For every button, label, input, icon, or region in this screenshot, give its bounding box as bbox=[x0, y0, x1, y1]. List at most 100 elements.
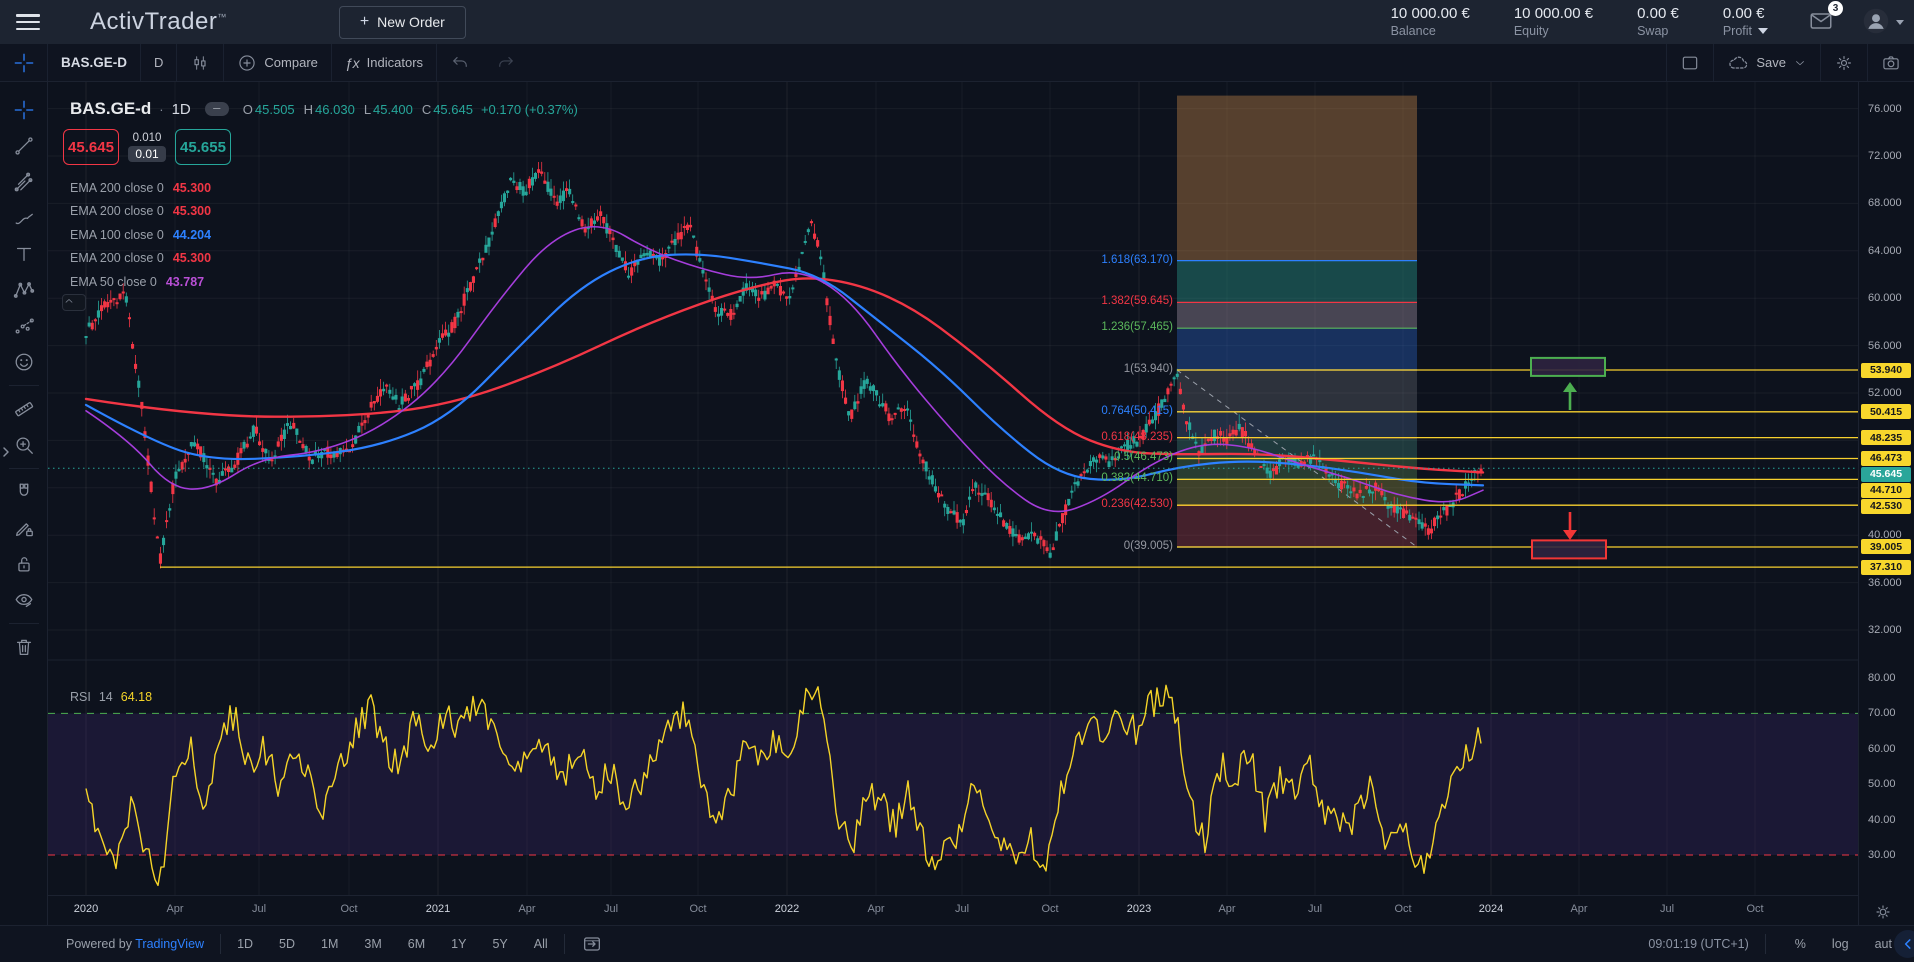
level-price-badge: 53.940 bbox=[1861, 363, 1911, 378]
menu-icon[interactable] bbox=[16, 14, 40, 30]
indicator-row[interactable]: EMA 200 close 045.300 bbox=[70, 200, 211, 224]
tradingview-link[interactable]: TradingView bbox=[135, 937, 204, 951]
account-caret-icon[interactable] bbox=[1896, 20, 1904, 25]
mail-badge: 3 bbox=[1828, 1, 1843, 16]
range-6m[interactable]: 6M bbox=[408, 937, 425, 951]
rsi-tick: 70.00 bbox=[1868, 707, 1896, 719]
time-label: 2020 bbox=[58, 903, 114, 915]
user-avatar[interactable] bbox=[1862, 7, 1890, 38]
clock[interactable]: 09:01:19 (UTC+1) bbox=[1648, 937, 1748, 951]
symbol-selector[interactable]: BAS.GE-D bbox=[48, 44, 141, 81]
theme-sun-icon[interactable] bbox=[1873, 902, 1893, 922]
undo-button[interactable] bbox=[437, 44, 483, 81]
rsi-tick: 50.00 bbox=[1868, 778, 1896, 790]
rsi-tick: 40.00 bbox=[1868, 814, 1896, 826]
tool-brush[interactable] bbox=[7, 200, 41, 236]
range-1m[interactable]: 1M bbox=[321, 937, 338, 951]
price-tick: 32.000 bbox=[1868, 624, 1902, 636]
range-3m[interactable]: 3M bbox=[364, 937, 381, 951]
new-order-button[interactable]: + New Order bbox=[339, 6, 466, 39]
tool-lock-drawings[interactable] bbox=[7, 546, 41, 582]
price-tick: 52.000 bbox=[1868, 387, 1902, 399]
screenshot-button[interactable] bbox=[1867, 44, 1914, 81]
fib-label: 1.236(57.465) bbox=[1101, 321, 1173, 333]
tool-crosshair-toolbar[interactable] bbox=[0, 44, 48, 81]
time-label: Jul bbox=[583, 903, 639, 915]
go-to-date-icon[interactable] bbox=[581, 933, 603, 955]
stat-label: Swap bbox=[1637, 24, 1668, 40]
left-panel-toggle[interactable] bbox=[0, 438, 9, 466]
tool-text[interactable] bbox=[7, 236, 41, 272]
compare-button[interactable]: Compare bbox=[224, 44, 331, 81]
price-chart[interactable] bbox=[48, 82, 1858, 925]
log-scale-button[interactable]: log bbox=[1832, 937, 1849, 951]
interval-selector[interactable]: D bbox=[141, 44, 177, 81]
time-label: Oct bbox=[1727, 903, 1783, 915]
buy-button[interactable]: 45.655 bbox=[175, 129, 231, 165]
rsi-name: RSI bbox=[70, 690, 91, 704]
indicators-button[interactable]: ƒxIndicators bbox=[332, 44, 437, 81]
tool-forecast[interactable] bbox=[7, 308, 41, 344]
indicator-value: 44.204 bbox=[173, 228, 211, 242]
indicator-name: EMA 200 close 0 bbox=[70, 181, 164, 195]
plus-icon: + bbox=[360, 13, 369, 31]
sell-button[interactable]: 45.645 bbox=[63, 129, 119, 165]
chart-area[interactable]: BAS.GE-d · 1D – O45.505H46.030L45.400C45… bbox=[48, 82, 1858, 925]
indicator-row[interactable]: EMA 200 close 045.300 bbox=[70, 247, 211, 271]
redo-button[interactable] bbox=[483, 44, 529, 81]
tool-trend-line[interactable] bbox=[7, 128, 41, 164]
indicator-value: 45.300 bbox=[173, 204, 211, 218]
pitchfork-icon bbox=[13, 171, 35, 193]
save-layout-button[interactable]: Save bbox=[1713, 44, 1820, 81]
tool-magnet[interactable] bbox=[7, 474, 41, 510]
collapse-legend-button[interactable] bbox=[62, 294, 86, 311]
stat-value: 10 000.00 € bbox=[1514, 5, 1593, 24]
indicator-row[interactable]: EMA 200 close 045.300 bbox=[70, 176, 211, 200]
range-5d[interactable]: 5D bbox=[279, 937, 295, 951]
tool-hide-drawings[interactable] bbox=[7, 582, 41, 618]
chart-style-selector[interactable] bbox=[177, 44, 224, 81]
time-label: Oct bbox=[1022, 903, 1078, 915]
tool-crosshair[interactable] bbox=[7, 92, 41, 128]
profit-caret-icon[interactable] bbox=[1758, 28, 1768, 34]
stat-label: Balance bbox=[1391, 24, 1436, 40]
right-panel-toggle[interactable] bbox=[1894, 930, 1914, 958]
layout-button[interactable] bbox=[1666, 44, 1713, 81]
chart-settings-button[interactable] bbox=[1820, 44, 1867, 81]
spread-rounded: 0.01 bbox=[128, 146, 165, 162]
account-stats: 10 000.00 €Balance10 000.00 €Equity0.00 … bbox=[1391, 5, 1768, 39]
range-5y[interactable]: 5Y bbox=[492, 937, 507, 951]
mail-icon[interactable]: 3 bbox=[1808, 8, 1834, 37]
range-1d[interactable]: 1D bbox=[237, 937, 253, 951]
rsi-legend: RSI 14 64.18 bbox=[70, 690, 152, 704]
tool-ruler[interactable] bbox=[7, 391, 41, 427]
tool-remove-drawings[interactable] bbox=[7, 629, 41, 665]
auto-scale-button[interactable]: aut bbox=[1875, 937, 1892, 951]
stat-profit: 0.00 €Profit bbox=[1723, 5, 1768, 39]
indicator-row[interactable]: EMA 50 close 043.787 bbox=[70, 270, 211, 294]
legend-symbol[interactable]: BAS.GE-d bbox=[70, 99, 151, 119]
tool-drawing-mode[interactable] bbox=[7, 510, 41, 546]
percent-scale-button[interactable]: % bbox=[1795, 937, 1806, 951]
price-axis[interactable]: 76.00072.00068.00064.00060.00056.00052.0… bbox=[1858, 82, 1914, 925]
gear-icon bbox=[1834, 53, 1854, 73]
indicator-row[interactable]: EMA 100 close 044.204 bbox=[70, 223, 211, 247]
hide-indicator-button[interactable]: – bbox=[205, 102, 229, 116]
indicator-legend-list: EMA 200 close 045.300EMA 200 close 045.3… bbox=[70, 176, 211, 294]
time-label: Jul bbox=[1639, 903, 1695, 915]
drawing-mode-icon bbox=[13, 517, 35, 539]
time-axis[interactable]: 2020AprJulOct2021AprJulOct2022AprJulOct2… bbox=[48, 895, 1858, 925]
time-label: Jul bbox=[231, 903, 287, 915]
emoji-icon bbox=[13, 351, 35, 373]
time-label: 2021 bbox=[410, 903, 466, 915]
range-all[interactable]: All bbox=[534, 937, 548, 951]
camera-icon bbox=[1881, 53, 1901, 73]
trend-line-icon bbox=[13, 135, 35, 157]
tool-xabcd-pattern[interactable] bbox=[7, 272, 41, 308]
rsi-period: 14 bbox=[99, 690, 113, 704]
zoom-in-icon bbox=[13, 434, 35, 456]
range-1y[interactable]: 1Y bbox=[451, 937, 466, 951]
ohlc-o: O45.505 bbox=[243, 102, 295, 117]
tool-emoji[interactable] bbox=[7, 344, 41, 380]
tool-pitchfork[interactable] bbox=[7, 164, 41, 200]
